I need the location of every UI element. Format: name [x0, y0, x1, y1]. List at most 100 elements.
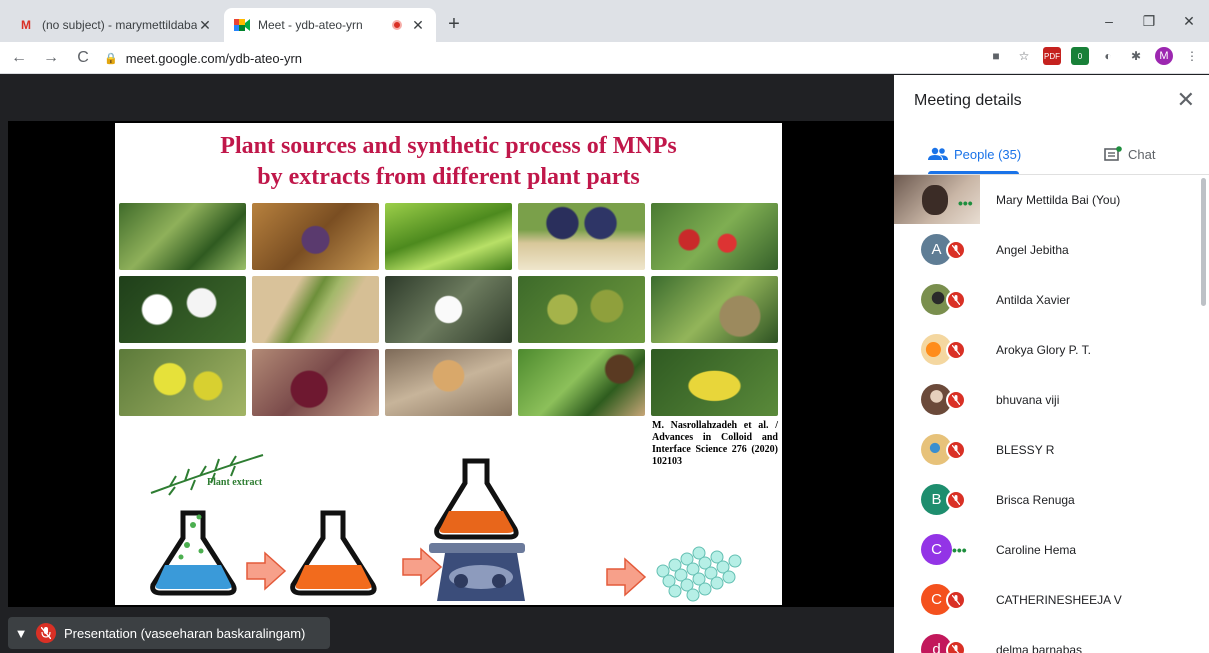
participant-name: bhuvana viji — [996, 392, 1060, 407]
profile-avatar[interactable]: M — [1155, 47, 1173, 65]
plant-photo — [518, 276, 645, 343]
plant-photo — [252, 276, 379, 343]
puzzle-icon[interactable]: ✱ — [1127, 47, 1145, 65]
mic-off-icon — [946, 639, 966, 653]
circle-extension-icon[interactable]: ◐ — [1099, 47, 1117, 65]
presentation-indicator[interactable]: ▼ Presentation (vaseeharan baskaralingam… — [8, 617, 330, 649]
close-panel-icon[interactable]: ✕ — [1177, 89, 1195, 111]
forward-icon[interactable]: → — [38, 49, 64, 67]
chat-icon — [1104, 146, 1122, 161]
participant-row[interactable]: C CATHERINESHEEJA V — [894, 575, 1209, 624]
participant-name: Brisca Renuga — [996, 492, 1075, 507]
tab-chat[interactable]: Chat — [1104, 137, 1155, 171]
participant-name: Antilda Xavier — [996, 292, 1071, 307]
synthesis-process-diagram — [150, 454, 742, 602]
plant-photo — [252, 349, 379, 416]
new-tab-button[interactable]: + — [444, 14, 464, 34]
participant-name: Arokya Glory P. T. — [996, 342, 1091, 357]
meeting-details-panel: Meeting details ✕ People (35) Chat ••• M… — [894, 75, 1209, 653]
tab-people[interactable]: People (35) — [928, 137, 1021, 171]
address-bar[interactable]: 🔒 meet.google.com/ydb-ateo-yrn — [104, 45, 964, 71]
plant-sprig-icon — [150, 454, 264, 496]
tab-title: Meet - ydb-ateo-yrn — [258, 18, 363, 32]
avatar: C — [921, 534, 952, 565]
plant-photo — [651, 203, 778, 270]
participant-row[interactable]: Antilda Xavier — [894, 275, 1209, 324]
participant-name: Caroline Hema — [996, 542, 1077, 557]
mic-off-icon — [946, 589, 966, 610]
browser-tab-bar: M (no subject) - marymettildabai@ ✕ Meet… — [0, 0, 1209, 42]
process-arrow-icon — [402, 547, 443, 587]
tab-title: (no subject) - marymettildabai@ — [42, 18, 197, 32]
presentation-slide: Plant sources and synthetic process of M… — [115, 123, 782, 605]
self-video-thumbnail: ••• — [894, 175, 980, 224]
process-arrow-icon — [606, 557, 647, 597]
reload-icon[interactable]: C — [70, 49, 96, 67]
close-tab-icon[interactable]: ✕ — [410, 17, 426, 34]
scrollbar[interactable] — [1201, 178, 1206, 306]
participant-row[interactable]: A Angel Jebitha — [894, 225, 1209, 274]
plant-photo — [385, 349, 512, 416]
slide-title: Plant sources and synthetic process of M… — [115, 131, 782, 193]
participant-list: ••• Mary Mettilda Bai (You) A Angel Jebi… — [894, 175, 1209, 653]
slide-title-line-2: by extracts from different plant parts — [257, 164, 640, 190]
participant-name: Angel Jebitha — [996, 242, 1069, 257]
participant-row[interactable]: Arokya Glory P. T. — [894, 325, 1209, 374]
participant-row[interactable]: bhuvana viji — [894, 375, 1209, 424]
minimize-icon[interactable]: – — [1089, 8, 1129, 34]
close-window-icon[interactable]: ✕ — [1169, 8, 1209, 34]
mic-off-icon — [36, 623, 56, 643]
camera-icon[interactable]: ■ — [987, 47, 1005, 65]
mic-off-icon — [946, 389, 966, 410]
participant-name: CATHERINESHEEJA V — [996, 592, 1122, 607]
plant-photo-grid — [119, 203, 781, 416]
star-icon[interactable]: ☆ — [1015, 47, 1033, 65]
mic-off-icon — [946, 339, 966, 360]
extension-badge: 0 — [1077, 51, 1083, 61]
plant-photo — [385, 203, 512, 270]
tab-meet[interactable]: Meet - ydb-ateo-yrn ✕ — [224, 8, 436, 42]
process-arrow-icon — [246, 551, 287, 591]
recording-indicator-icon — [392, 20, 402, 30]
participant-row[interactable]: BLESSY R — [894, 425, 1209, 474]
mic-off-icon — [946, 239, 966, 260]
tab-gmail[interactable]: M (no subject) - marymettildabai@ ✕ — [8, 8, 223, 42]
people-tab-label: People (35) — [954, 146, 1022, 162]
flask-orange-icon — [290, 510, 377, 596]
speaking-dots-icon: ••• — [952, 541, 967, 558]
people-icon — [928, 147, 948, 160]
participant-row[interactable]: d delma barnabas — [894, 625, 1209, 653]
restore-icon[interactable]: ❐ — [1129, 8, 1169, 34]
pdf-extension-icon[interactable]: PDF — [1043, 47, 1061, 65]
slide-title-line-1: Plant sources and synthetic process of M… — [220, 133, 677, 159]
presenter-name: Presentation (vaseeharan baskaralingam) — [64, 625, 306, 641]
participant-row[interactable]: B Brisca Renuga — [894, 475, 1209, 524]
plant-photo — [651, 349, 778, 416]
flask-blue-icon — [150, 510, 237, 596]
participant-row[interactable]: C ••• Caroline Hema — [894, 525, 1209, 574]
window-controls: – ❐ ✕ — [1089, 8, 1209, 34]
plant-photo — [119, 349, 246, 416]
back-icon[interactable]: ← — [6, 49, 32, 67]
plant-photo — [518, 203, 645, 270]
lock-icon: 🔒 — [104, 52, 118, 65]
plant-photo — [518, 349, 645, 416]
menu-icon[interactable]: ⋮ — [1183, 47, 1201, 65]
close-tab-icon[interactable]: ✕ — [197, 17, 213, 34]
plant-photo — [385, 276, 512, 343]
extensions-area: ■ ☆ PDF 0 ◐ ✱ M ⋮ — [987, 47, 1201, 65]
speaking-dots-icon: ••• — [958, 195, 973, 211]
participant-row[interactable]: ••• Mary Mettilda Bai (You) — [894, 175, 1209, 224]
gmail-icon: M — [21, 18, 31, 32]
url-text: meet.google.com/ydb-ateo-yrn — [125, 50, 303, 66]
grammar-extension-icon[interactable]: 0 — [1071, 47, 1089, 65]
participant-name: delma barnabas — [996, 642, 1083, 653]
pin-icon[interactable]: ▼ — [8, 626, 34, 641]
mic-off-icon — [946, 489, 966, 510]
participant-name: BLESSY R — [996, 442, 1055, 457]
hot-plate-stirrer-icon — [429, 458, 525, 601]
browser-toolbar: ← → C 🔒 meet.google.com/ydb-ateo-yrn ■ ☆… — [0, 42, 1209, 74]
nanoparticles-icon — [656, 546, 742, 602]
plant-photo — [651, 276, 778, 343]
meet-icon — [234, 17, 250, 33]
